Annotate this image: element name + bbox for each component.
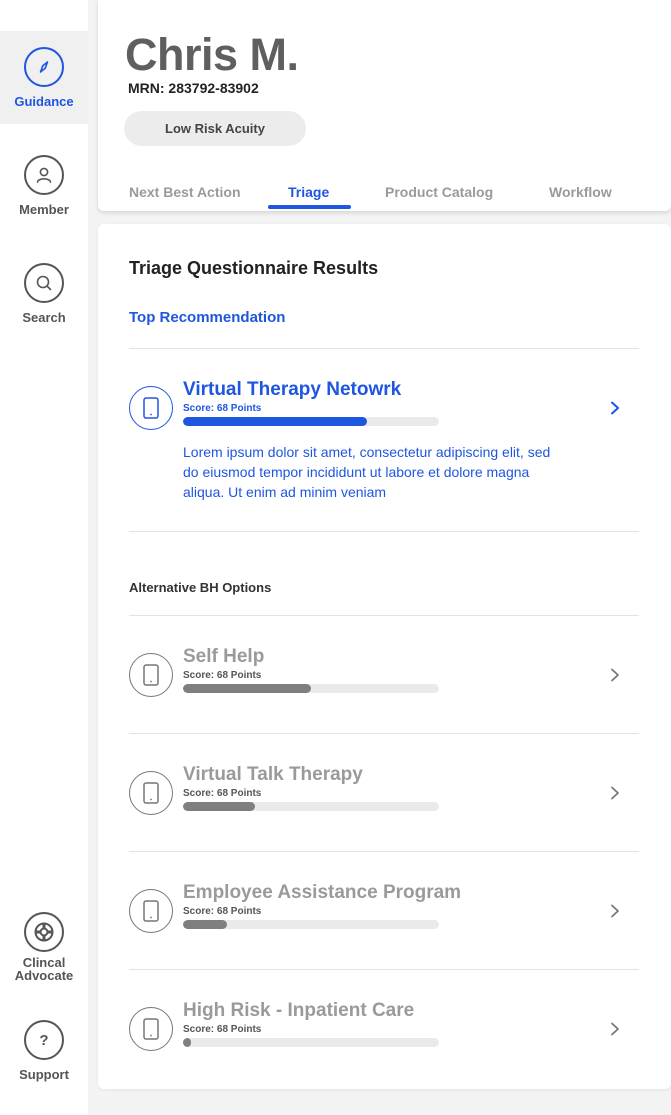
option-name: Virtual Talk Therapy <box>183 764 363 785</box>
option-name: Self Help <box>183 646 265 667</box>
score-bar-fill <box>183 920 227 929</box>
sidebar-item-label: Guidance <box>14 94 74 109</box>
sidebar-item-label: Member <box>19 202 69 217</box>
search-icon <box>24 263 64 303</box>
tab-product-catalog[interactable]: Product Catalog <box>385 184 493 200</box>
tablet-icon <box>129 889 173 933</box>
chevron-right-icon[interactable] <box>605 1019 625 1039</box>
divider <box>129 851 639 852</box>
tab-workflow[interactable]: Workflow <box>549 184 612 200</box>
score-bar <box>183 1038 439 1047</box>
option-name: Employee Assistance Program <box>183 882 462 903</box>
question-icon: ? <box>24 1020 64 1060</box>
option-description: Lorem ipsum dolor sit amet, consectetur … <box>183 444 551 500</box>
sidebar-item-search[interactable]: Search <box>0 263 88 324</box>
risk-acuity-badge: Low Risk Acuity <box>124 111 306 146</box>
option-score: Score: 68 Points <box>183 788 262 799</box>
option-score: Score: 68 Points <box>183 403 262 414</box>
divider <box>129 531 639 532</box>
tablet-icon <box>129 1007 173 1051</box>
sidebar-item-guidance[interactable]: Guidance <box>0 31 88 124</box>
patient-name: Chris M. <box>125 29 299 80</box>
score-bar-fill <box>183 417 368 426</box>
sidebar-item-support[interactable]: ? Support <box>0 1020 88 1081</box>
tab-next-best-action[interactable]: Next Best Action <box>129 184 241 200</box>
tab-triage[interactable]: Triage <box>288 184 329 200</box>
score-bar-fill <box>183 802 255 811</box>
sidebar-item-label: Search <box>22 310 66 325</box>
lifebuoy-icon <box>24 912 64 952</box>
score-bar-fill <box>183 1038 191 1047</box>
option-score: Score: 68 Points <box>183 906 262 917</box>
tablet-icon <box>129 653 173 697</box>
sidebar-item-clinical-advocate[interactable]: Clincal Advocate <box>0 912 88 982</box>
sidebar-item-label: Support <box>19 1067 69 1082</box>
active-tab-indicator <box>268 205 351 209</box>
score-bar <box>183 920 439 929</box>
top-recommendation-label: Top Recommendation <box>129 309 286 326</box>
member-header: Chris M. MRN: 283792-83902 Low Risk Acui… <box>98 0 671 211</box>
divider <box>129 969 639 970</box>
sidebar-item-label: Clincal Advocate <box>15 956 74 982</box>
triage-results-panel: Triage Questionnaire Results Top Recomme… <box>98 224 671 1089</box>
divider <box>129 733 639 734</box>
score-bar-fill <box>183 684 311 693</box>
divider <box>129 348 639 349</box>
tablet-icon <box>129 771 173 815</box>
compass-icon <box>24 47 64 87</box>
page-title: Triage Questionnaire Results <box>129 258 379 278</box>
sidebar-item-member[interactable]: Member <box>0 155 88 216</box>
mrn-label: MRN: 283792-83902 <box>128 80 259 96</box>
option-score: Score: 68 Points <box>183 1024 262 1035</box>
chevron-right-icon[interactable] <box>605 665 625 685</box>
chevron-right-icon[interactable] <box>605 398 625 418</box>
option-score: Score: 68 Points <box>183 670 262 681</box>
divider <box>129 615 639 616</box>
score-bar <box>183 417 439 426</box>
chevron-right-icon[interactable] <box>605 783 625 803</box>
chevron-right-icon[interactable] <box>605 901 625 921</box>
tab-bar: Next Best Action Triage Product Catalog … <box>98 174 671 210</box>
person-icon <box>24 155 64 195</box>
option-name: High Risk - Inpatient Care <box>183 1000 415 1021</box>
score-bar <box>183 684 439 693</box>
alternatives-label: Alternative BH Options <box>129 580 272 595</box>
tablet-icon <box>129 386 173 430</box>
sidebar-label-line: Advocate <box>14 968 74 983</box>
sidebar: Guidance Member Search Clincal Advocate … <box>0 0 88 1115</box>
option-name: Virtual Therapy Netowrk <box>183 379 402 400</box>
score-bar <box>183 802 439 811</box>
